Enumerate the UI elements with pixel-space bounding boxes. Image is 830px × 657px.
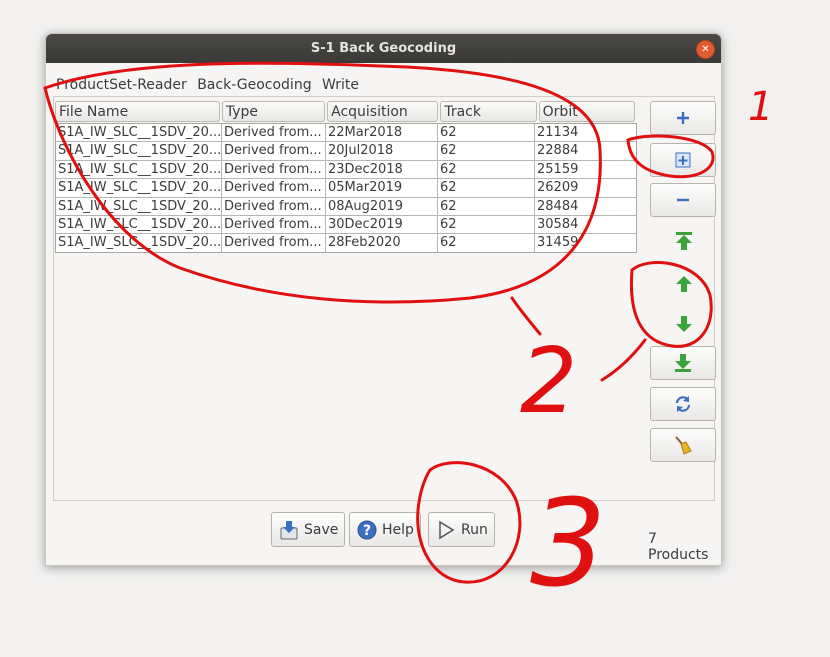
- cell-orbit: 21134: [537, 125, 579, 140]
- product-count: 7 Products: [648, 531, 709, 563]
- plus-icon: [677, 112, 689, 124]
- tab-productset-reader[interactable]: ProductSet-Reader: [56, 77, 187, 93]
- move-to-bottom-button[interactable]: [650, 346, 716, 380]
- help-label: Help: [382, 521, 414, 538]
- run-button[interactable]: Run: [428, 512, 495, 547]
- refresh-icon: [675, 396, 691, 412]
- cell-track: 62: [438, 215, 535, 234]
- table-row[interactable]: S1A_IW_SLC__1SDV_20... Derived from... 2…: [56, 142, 636, 161]
- broom-icon: [675, 436, 692, 455]
- cell-orbit: 30584: [537, 216, 579, 232]
- cell-orbit: 26209: [537, 180, 579, 196]
- cell-acquisition: 20Jul2018: [326, 142, 438, 160]
- save-icon: [278, 519, 300, 541]
- cell-orbit: 31459: [537, 235, 579, 251]
- cell-file-name: S1A_IW_SLC__1SDV_20...: [58, 215, 222, 234]
- minus-icon: [677, 198, 689, 202]
- run-label: Run: [461, 521, 488, 538]
- table-row[interactable]: S1A_IW_SLC__1SDV_20... Derived from... 2…: [56, 234, 636, 252]
- column-file-name[interactable]: File Name: [55, 101, 220, 122]
- cell-file-name: S1A_IW_SLC__1SDV_20...: [58, 142, 222, 160]
- tab-back-geocoding[interactable]: Back-Geocoding: [197, 77, 311, 93]
- table-row[interactable]: S1A_IW_SLC__1SDV_20... Derived from... 2…: [56, 160, 636, 180]
- table-row[interactable]: S1A_IW_SLC__1SDV_20... Derived from... 0…: [56, 179, 636, 198]
- arrow-down-icon: [676, 316, 692, 332]
- cell-type: Derived from...: [222, 124, 326, 142]
- move-down-button[interactable]: [674, 314, 694, 334]
- column-orbit[interactable]: Orbit: [538, 101, 635, 122]
- save-button[interactable]: Save: [271, 512, 346, 547]
- table-row[interactable]: S1A_IW_SLC__1SDV_20... Derived from... 0…: [56, 197, 636, 216]
- refresh-button[interactable]: [650, 387, 716, 421]
- graph-tabs: ProductSet-Reader Back-Geocoding Write: [56, 77, 365, 93]
- help-icon: ?: [356, 519, 378, 541]
- cell-orbit: 28484: [537, 198, 579, 214]
- column-acquisition[interactable]: Acquisition: [327, 101, 439, 122]
- cell-file-name: S1A_IW_SLC__1SDV_20...: [58, 160, 222, 179]
- cell-orbit: 22884: [537, 143, 579, 159]
- product-table: File Name Type Acquisition Track Orbit S…: [55, 101, 637, 253]
- cell-file-name: S1A_IW_SLC__1SDV_20...: [58, 197, 222, 215]
- cell-track: 62: [438, 124, 535, 142]
- cell-track: 62: [438, 142, 535, 160]
- cell-type: Derived from...: [222, 215, 326, 234]
- dialog-window: S-1 Back Geocoding ✕ ProductSet-Reader B…: [45, 33, 722, 566]
- product-set-panel: File Name Type Acquisition Track Orbit S…: [53, 96, 716, 563]
- cell-file-name: S1A_IW_SLC__1SDV_20...: [58, 179, 222, 197]
- remove-product-button[interactable]: [650, 183, 716, 217]
- cell-type: Derived from...: [222, 160, 326, 179]
- cell-type: Derived from...: [222, 179, 326, 197]
- cell-file-name: S1A_IW_SLC__1SDV_20...: [58, 124, 222, 142]
- add-opened-icon: [675, 152, 691, 168]
- cell-orbit: 25159: [537, 161, 579, 177]
- svg-text:?: ?: [363, 523, 371, 539]
- add-product-button[interactable]: [650, 101, 716, 135]
- cell-file-name: S1A_IW_SLC__1SDV_20...: [58, 234, 222, 252]
- tab-write[interactable]: Write: [322, 77, 359, 93]
- move-to-top-button[interactable]: [674, 231, 694, 251]
- move-up-button[interactable]: [674, 274, 694, 294]
- table-row[interactable]: S1A_IW_SLC__1SDV_20... Derived from... 2…: [56, 124, 636, 143]
- cell-acquisition: 30Dec2019: [326, 215, 438, 234]
- add-opened-products-button[interactable]: [650, 143, 716, 177]
- clear-button[interactable]: [650, 428, 716, 462]
- column-track[interactable]: Track: [440, 101, 537, 122]
- close-button[interactable]: ✕: [696, 40, 715, 59]
- cell-acquisition: 22Mar2018: [326, 124, 438, 142]
- close-icon: ✕: [701, 44, 710, 55]
- cell-acquisition: 08Aug2019: [326, 197, 438, 215]
- arrow-up-icon: [676, 276, 692, 292]
- cell-type: Derived from...: [222, 197, 326, 215]
- annotation-number-1: 1: [748, 84, 773, 130]
- table-header: File Name Type Acquisition Track Orbit: [55, 101, 637, 122]
- move-bottom-icon: [675, 354, 691, 372]
- save-label: Save: [304, 521, 339, 538]
- window-title: S-1 Back Geocoding: [310, 41, 457, 56]
- move-top-icon: [676, 232, 692, 250]
- cell-type: Derived from...: [222, 142, 326, 160]
- cell-track: 62: [438, 197, 535, 215]
- cell-acquisition: 23Dec2018: [326, 160, 438, 179]
- cell-type: Derived from...: [222, 234, 326, 252]
- title-bar[interactable]: S-1 Back Geocoding ✕: [46, 34, 721, 63]
- help-button[interactable]: ? Help: [349, 512, 421, 547]
- cell-track: 62: [438, 179, 535, 197]
- cell-track: 62: [438, 234, 535, 252]
- cell-acquisition: 05Mar2019: [326, 179, 438, 197]
- table-body: S1A_IW_SLC__1SDV_20... Derived from... 2…: [55, 123, 637, 253]
- play-icon: [435, 519, 457, 541]
- cell-acquisition: 28Feb2020: [326, 234, 438, 252]
- table-row[interactable]: S1A_IW_SLC__1SDV_20... Derived from... 3…: [56, 215, 636, 235]
- cell-track: 62: [438, 160, 535, 179]
- column-type[interactable]: Type: [221, 101, 326, 122]
